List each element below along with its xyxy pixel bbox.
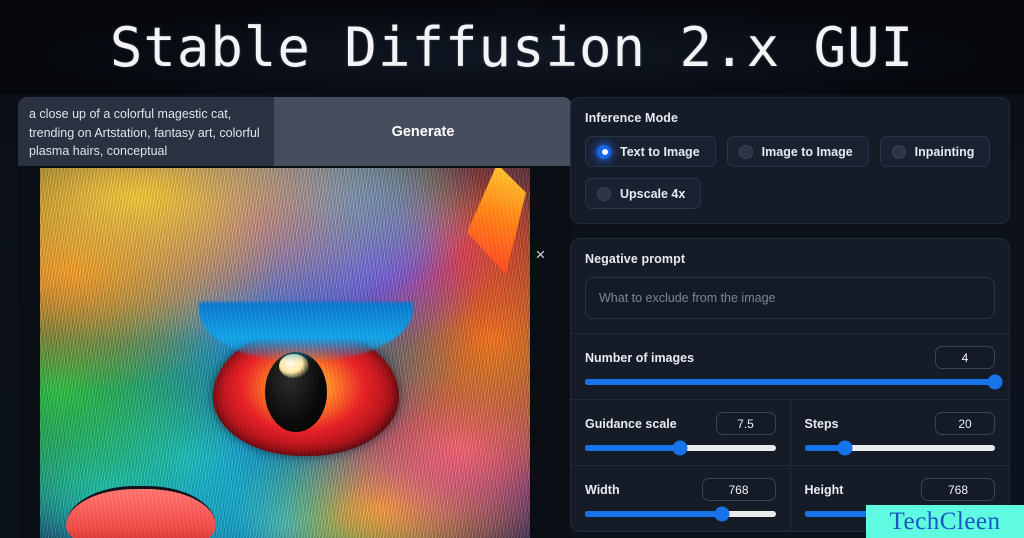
watermark: TechCleen [866, 505, 1024, 538]
generate-button[interactable]: Generate [274, 97, 572, 166]
slider-thumb[interactable] [672, 440, 688, 456]
radio-text-to-image[interactable]: Text to Image [585, 136, 716, 167]
title-bar: Stable Diffusion 2.x GUI [0, 0, 1024, 94]
radio-unselected-icon [597, 186, 611, 201]
height-label: Height [804, 482, 844, 497]
radio-label: Image to Image [761, 144, 853, 159]
negative-prompt-input[interactable] [585, 277, 995, 319]
app-root: Stable Diffusion 2.x GUI a close up of a… [0, 0, 1024, 538]
radio-inpainting[interactable]: Inpainting [879, 136, 991, 167]
image-stage: × [18, 166, 572, 538]
number-of-images-value[interactable]: 4 [935, 346, 995, 369]
slider-fill [585, 445, 681, 451]
height-value[interactable]: 768 [921, 478, 995, 501]
generation-panel: a close up of a colorful magestic cat, t… [18, 97, 572, 538]
radio-label: Inpainting [914, 144, 975, 159]
steps-label: Steps [804, 416, 839, 431]
guidance-scale-value[interactable]: 7.5 [715, 412, 776, 435]
steps-value[interactable]: 20 [935, 412, 995, 435]
radio-unselected-icon [738, 144, 753, 159]
guidance-scale-track[interactable] [585, 440, 776, 456]
cat-artwork [40, 168, 530, 538]
slider-thumb[interactable] [714, 506, 730, 522]
number-of-images-label: Number of images [585, 350, 695, 365]
guidance-scale-slider: Guidance scale 7.5 [571, 400, 790, 465]
prompt-row: a close up of a colorful magestic cat, t… [18, 97, 572, 166]
radio-selected-icon [597, 144, 611, 159]
close-icon[interactable]: × [523, 234, 558, 274]
radio-upscale-4x[interactable]: Upscale 4x [585, 178, 702, 209]
generated-image[interactable] [40, 168, 530, 538]
width-label: Width [585, 482, 620, 497]
radio-label: Text to Image [620, 144, 700, 159]
width-track[interactable] [585, 506, 776, 522]
prompt-input[interactable]: a close up of a colorful magestic cat, t… [18, 97, 274, 166]
parameters-card: Negative prompt Number of images 4 [570, 238, 1010, 532]
guidance-scale-label: Guidance scale [585, 416, 677, 431]
width-value[interactable]: 768 [701, 478, 776, 501]
steps-track[interactable] [804, 440, 995, 456]
number-of-images-slider: Number of images 4 [571, 334, 1009, 399]
slider-fill [585, 511, 723, 517]
radio-image-to-image[interactable]: Image to Image [726, 136, 869, 167]
slider-thumb[interactable] [987, 374, 1003, 390]
inference-mode-label: Inference Mode [585, 111, 679, 125]
artwork-texture [40, 168, 530, 538]
settings-panel: Inference Mode Text to Image Image to Im… [570, 97, 1010, 538]
negative-prompt-section: Negative prompt [571, 239, 1009, 333]
radio-unselected-icon [891, 144, 906, 159]
inference-mode-card: Inference Mode Text to Image Image to Im… [570, 97, 1010, 224]
number-of-images-track[interactable] [585, 374, 1003, 390]
width-slider: Width 768 [571, 466, 790, 531]
inference-mode-options: Text to Image Image to Image Inpainting … [585, 136, 995, 209]
steps-slider: Steps 20 [791, 400, 1010, 465]
slider-fill [585, 379, 995, 385]
page-title: Stable Diffusion 2.x GUI [109, 15, 915, 79]
guidance-steps-row: Guidance scale 7.5 Steps 20 [571, 400, 1009, 465]
radio-label: Upscale 4x [620, 186, 686, 201]
slider-thumb[interactable] [837, 440, 852, 456]
negative-prompt-label: Negative prompt [585, 252, 686, 266]
